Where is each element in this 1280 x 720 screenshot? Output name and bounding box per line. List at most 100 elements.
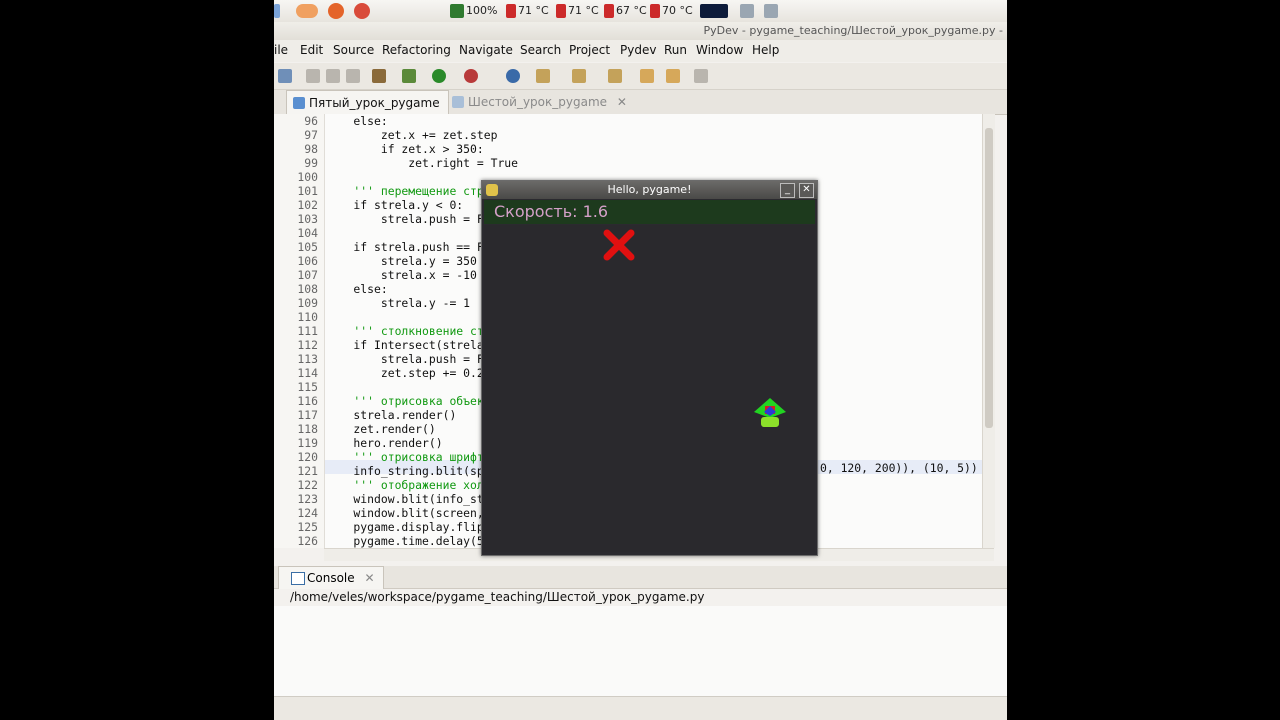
pygame-titlebar[interactable]: Hello, pygame! _ ✕ [482, 181, 817, 199]
line-number: 106 [297, 254, 318, 268]
code-line: window.blit(screen, [326, 506, 484, 520]
menu-source[interactable]: Source [333, 43, 374, 57]
code-line: if zet.x > 350: [326, 142, 484, 156]
line-number: 108 [297, 282, 318, 296]
pen-icon[interactable] [536, 69, 550, 83]
close-console-icon[interactable]: ✕ [364, 571, 374, 585]
menu-edit[interactable]: Edit [300, 43, 323, 57]
temp-text-4: 70 °C [662, 4, 693, 17]
minimize-button[interactable]: _ [780, 183, 795, 198]
temp-indicator-2: 71 °C [556, 3, 599, 19]
editor-vertical-scrollbar[interactable] [982, 114, 995, 548]
pygame-title: Hello, pygame! [607, 183, 692, 196]
console-output[interactable] [274, 606, 1007, 696]
system-panel: 100% 71 °C 71 °C 67 °C 70 °C [274, 0, 1007, 23]
next-annotation-icon[interactable] [572, 69, 586, 83]
line-number: 96 [304, 114, 318, 128]
code-line: pygame.time.delay(5 [326, 534, 484, 548]
temp-text-1: 71 °C [518, 4, 549, 17]
menu-window[interactable]: Window [696, 43, 743, 57]
temp-text-3: 67 °C [616, 4, 647, 17]
prev-annotation-icon[interactable] [608, 69, 622, 83]
firefox-icon[interactable] [328, 3, 346, 19]
menu-navigate[interactable]: Navigate [459, 43, 513, 57]
menu-help[interactable]: Help [752, 43, 779, 57]
pygame-window[interactable]: Hello, pygame! _ ✕ Скорость: 1.6 [481, 180, 818, 556]
forward-icon[interactable] [694, 69, 708, 83]
code-line: strela.render() [326, 408, 457, 422]
app-launcher-icon[interactable] [296, 3, 320, 19]
line-number: 116 [297, 394, 318, 408]
window-titlebar: PyDev - pygame_teaching/Шестой_урок_pyga… [274, 22, 1007, 40]
line-number: 119 [297, 436, 318, 450]
line-number: 124 [297, 506, 318, 520]
close-tab-icon[interactable]: ✕ [617, 95, 627, 109]
tab-shestoi-urok[interactable]: Шестой_урок_pygame ✕ [446, 90, 635, 113]
line-number: 110 [297, 310, 318, 324]
line-number: 97 [304, 128, 318, 142]
temp-indicator-4: 70 °C [650, 3, 693, 19]
line-number: 112 [297, 338, 318, 352]
console-tab-bar: Console ✕ [274, 566, 1007, 589]
menu-project[interactable]: Project [569, 43, 610, 57]
code-line: strela.y = 350 [326, 254, 477, 268]
code-line: zet.x += zet.step [326, 128, 498, 142]
code-line: ''' отрисовка шрифт [326, 450, 484, 464]
code-line: strela.y -= 1 [326, 296, 471, 310]
line-number: 102 [297, 198, 318, 212]
code-line: zet.step += 0.2 [326, 366, 484, 380]
chrome-icon[interactable] [354, 3, 372, 19]
code-line: window.blit(info_st [326, 492, 484, 506]
close-button[interactable]: ✕ [799, 183, 814, 198]
line-number: 99 [304, 156, 318, 170]
code-line: ''' перемещение стр [326, 184, 484, 198]
line-number: 115 [297, 380, 318, 394]
line-number: 114 [297, 366, 318, 380]
last-edit-icon[interactable] [640, 69, 654, 83]
line-number: 100 [297, 170, 318, 184]
cpu-graph-icon [700, 3, 730, 19]
line-number: 118 [297, 422, 318, 436]
tab-console[interactable]: Console ✕ [278, 566, 384, 589]
code-line: else: [326, 282, 388, 296]
line-number: 123 [297, 492, 318, 506]
scrollbar-thumb[interactable] [985, 128, 993, 428]
line-number: 111 [297, 324, 318, 338]
python-file-icon [452, 96, 464, 108]
line-number: 126 [297, 534, 318, 548]
window-title: PyDev - pygame_teaching/Шестой_урок_pyga… [703, 24, 1004, 37]
python-icon[interactable] [506, 69, 520, 83]
menu-file[interactable]: ile [274, 43, 288, 57]
run-icon[interactable] [432, 69, 446, 83]
new-icon[interactable] [278, 69, 292, 83]
menu-search[interactable]: Search [520, 43, 561, 57]
console-icon [291, 572, 305, 585]
line-number: 101 [297, 184, 318, 198]
print-icon[interactable] [346, 69, 360, 83]
line-number: 120 [297, 450, 318, 464]
battery-indicator[interactable]: 100% [450, 3, 497, 19]
code-line: ''' столкновение ст [326, 324, 484, 338]
tab-pyatyi-urok[interactable]: Пятый_урок_pygame [286, 90, 449, 114]
debug-icon[interactable] [402, 69, 416, 83]
save-icon[interactable] [306, 69, 320, 83]
menu-pydev[interactable]: Pydev [620, 43, 656, 57]
launcher-icon[interactable] [274, 3, 282, 19]
save-all-icon[interactable] [326, 69, 340, 83]
tab-label: Пятый_урок_pygame [309, 96, 440, 110]
pygame-canvas[interactable] [484, 225, 815, 552]
code-line: strela.x = -10 [326, 268, 477, 282]
volume-icon[interactable] [764, 3, 780, 19]
network-icon[interactable] [740, 3, 756, 19]
menu-run[interactable]: Run [664, 43, 687, 57]
python-file-icon [293, 97, 305, 109]
battery-text: 100% [466, 4, 498, 17]
code-line: else: [326, 114, 388, 128]
menu-refactoring[interactable]: Refactoring [382, 43, 451, 57]
build-icon[interactable] [372, 69, 386, 83]
code-line: if Intersect(strela [326, 338, 484, 352]
back-icon[interactable] [666, 69, 680, 83]
code-line-121-tail: 0, 120, 200)), (10, 5)) [820, 461, 978, 475]
line-number: 113 [297, 352, 318, 366]
external-tools-icon[interactable] [464, 69, 478, 83]
